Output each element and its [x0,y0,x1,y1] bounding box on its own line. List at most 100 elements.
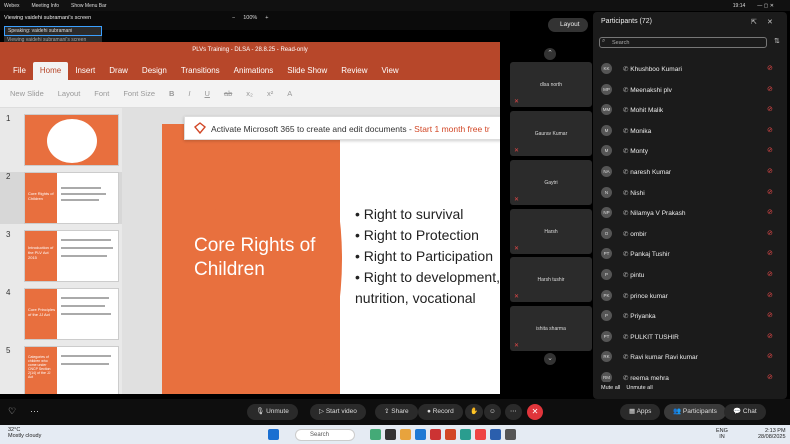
participant-row[interactable]: RK ✆ Ravi kumar Ravi kumar ⊘ [593,348,787,368]
taskbar-app-icon[interactable] [430,429,441,440]
bold-icon[interactable]: B [169,89,174,98]
font-color-icon[interactable]: A [287,89,292,98]
chevron-down-icon[interactable]: ⌄ [544,353,556,365]
muted-mic-icon[interactable]: ⊘ [767,291,773,299]
windows-start-icon[interactable] [268,429,279,440]
taskbar-app-icon[interactable] [370,429,381,440]
tab-home[interactable]: Home [32,62,69,80]
new-slide-button[interactable]: New Slide [10,89,44,98]
activate-m365-banner[interactable]: Activate Microsoft 365 to create and edi… [184,116,500,140]
close-icon[interactable]: ✕ [767,18,773,26]
participant-row[interactable]: MM ✆ Mohit Malik ⊘ [593,101,787,121]
apps-button[interactable]: ▦ Apps [620,404,661,420]
share-button[interactable]: ⇪ Share [375,404,418,420]
layout-button[interactable]: Layout [548,18,588,32]
taskbar-app-icon[interactable] [460,429,471,440]
subscript-icon[interactable]: x₂ [246,89,253,98]
muted-mic-icon[interactable]: ⊘ [767,167,773,175]
participant-row[interactable]: M ✆ Monty ⊘ [593,142,787,162]
raise-hand-button[interactable]: ✋ [465,404,484,420]
search-input[interactable]: Search [599,37,767,48]
muted-mic-icon[interactable]: ⊘ [767,105,773,113]
participant-row[interactable]: PT ✆ Pankaj Tushir ⊘ [593,245,787,265]
slide-thumb-2[interactable]: 2 Core Rights of Children [0,172,122,224]
muted-mic-icon[interactable]: ⊘ [767,146,773,154]
participants-button[interactable]: 👥 Participants [664,404,726,420]
taskbar-app-icon[interactable] [445,429,456,440]
taskbar-app-icon[interactable] [475,429,486,440]
system-clock[interactable]: 2:13 PM 28/08/2025 [758,428,786,440]
more-options-button[interactable]: ⋯ [505,404,522,420]
settings-icon[interactable]: ⋯ [30,406,39,417]
muted-mic-icon[interactable]: ⊘ [767,332,773,340]
superscript-icon[interactable]: x² [267,89,273,98]
reactions-icon[interactable]: ♡ [8,406,16,417]
video-tile[interactable]: Gaurav Kumar ✕ [510,111,592,156]
meeting-info-button[interactable]: Meeting Info [31,3,59,9]
popout-icon[interactable]: ⇱ [751,18,757,26]
italic-icon[interactable]: I [188,89,190,98]
end-call-button[interactable]: ✕ [527,404,543,420]
muted-mic-icon[interactable]: ⊘ [767,270,773,278]
taskbar-app-icon[interactable] [400,429,411,440]
show-menu-bar-button[interactable]: Show Menu Bar [71,3,107,9]
chat-button[interactable]: 💬 Chat [724,404,766,420]
unmute-all-button[interactable]: Unmute all [626,385,652,391]
unmute-button[interactable]: 🎙 Unmute [247,404,298,420]
video-tile[interactable]: Gaytri ✕ [510,160,592,205]
muted-mic-icon[interactable]: ⊘ [767,229,773,237]
slide-thumb-5[interactable]: 5 Categories of children who come under … [6,346,122,394]
tab-file[interactable]: File [6,66,33,80]
participant-row[interactable]: P ✆ Priyanka ⊘ [593,307,787,327]
participant-row[interactable]: NA ✆ naresh Kumar ⊘ [593,163,787,183]
muted-mic-icon[interactable]: ⊘ [767,208,773,216]
tab-slide-show[interactable]: Slide Show [280,66,334,80]
mute-all-button[interactable]: Mute all [601,385,620,391]
font-size-select[interactable]: Font Size [123,89,155,98]
muted-mic-icon[interactable]: ⊘ [767,249,773,257]
participant-row[interactable]: NP ✆ Nilamya V Prakash ⊘ [593,204,787,224]
participant-row[interactable]: MP ✆ Meenakshi plv ⊘ [593,81,787,101]
muted-mic-icon[interactable]: ⊘ [767,352,773,360]
tab-view[interactable]: View [375,66,406,80]
video-tile[interactable]: ishita sharma ✕ [510,306,592,351]
banner-link[interactable]: Start 1 month free tr [414,124,490,134]
participant-row[interactable]: N ✆ Nishi ⊘ [593,184,787,204]
chevron-up-icon[interactable]: ⌃ [544,48,556,60]
tab-draw[interactable]: Draw [102,66,135,80]
muted-mic-icon[interactable]: ⊘ [767,85,773,93]
taskbar-search[interactable]: Search [295,429,355,441]
participant-row[interactable]: RM ✆ reema mehra ⊘ [593,369,787,382]
tab-design[interactable]: Design [135,66,174,80]
muted-mic-icon[interactable]: ⊘ [767,311,773,319]
taskbar-app-icon[interactable] [490,429,501,440]
tab-review[interactable]: Review [334,66,374,80]
sort-icon[interactable]: ⇅ [774,37,780,45]
participant-row[interactable]: M ✆ Monika ⊘ [593,122,787,142]
underline-icon[interactable]: U [205,89,210,98]
zoom-in-button[interactable]: + [265,15,268,21]
zoom-out-button[interactable]: − [232,15,235,21]
muted-mic-icon[interactable]: ⊘ [767,64,773,72]
slide-thumb-1[interactable]: 1 [6,114,122,166]
video-tile[interactable]: Harsh ✕ [510,209,592,254]
slide-thumb-3[interactable]: 3 Introduction of the PLV Act 2015 [6,230,122,282]
muted-mic-icon[interactable]: ⊘ [767,373,773,381]
window-controls[interactable]: — ▢ ✕ [757,3,774,9]
strikethrough-icon[interactable]: ab [224,89,232,98]
taskbar-app-icon[interactable] [385,429,396,440]
reaction-button[interactable]: ☺ [484,404,501,420]
start-video-button[interactable]: ▷ Start video [310,404,366,420]
taskbar-app-icon[interactable] [415,429,426,440]
tab-transitions[interactable]: Transitions [174,66,227,80]
muted-mic-icon[interactable]: ⊘ [767,126,773,134]
muted-mic-icon[interactable]: ⊘ [767,188,773,196]
participant-row[interactable]: PK ✆ prince kumar ⊘ [593,287,787,307]
video-tile[interactable]: dlsa north ✕ [510,62,592,107]
video-tile[interactable]: Harsh tushir ✕ [510,257,592,302]
language-indicator[interactable]: ENG IN [716,428,728,440]
tab-insert[interactable]: Insert [68,66,102,80]
tab-animations[interactable]: Animations [227,66,281,80]
layout-button[interactable]: Layout [58,89,81,98]
participant-row[interactable]: PT ✆ PULKIT TUSHIR ⊘ [593,328,787,348]
